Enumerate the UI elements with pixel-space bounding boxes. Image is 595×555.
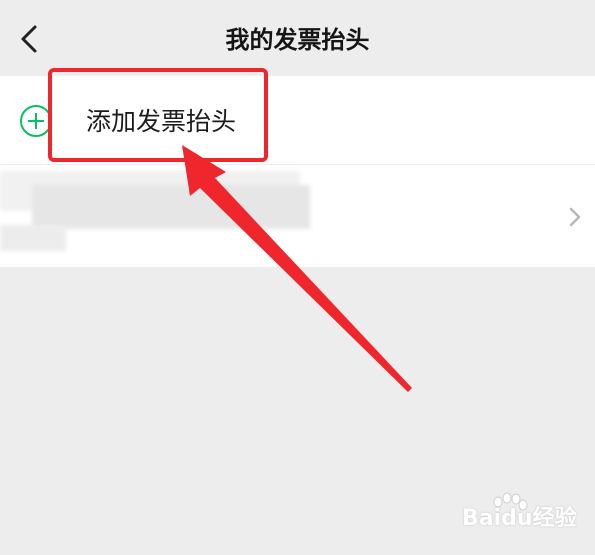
nav-bar: 我的发票抬头 [0, 0, 595, 76]
blurred-content [32, 185, 310, 229]
watermark-text: Baidu经验 [462, 506, 577, 531]
add-invoice-title-button[interactable]: 添加发票抬头 [0, 76, 595, 165]
invoice-title-list: 添加发票抬头 [0, 76, 595, 267]
add-invoice-title-label: 添加发票抬头 [86, 107, 237, 136]
chevron-right-icon [569, 207, 581, 227]
invoice-title-item[interactable] [0, 165, 595, 267]
chevron-left-icon [21, 25, 37, 53]
page-title: 我的发票抬头 [225, 26, 370, 54]
back-button[interactable] [12, 22, 46, 56]
blurred-content [0, 225, 66, 251]
plus-circle-icon [20, 105, 52, 137]
